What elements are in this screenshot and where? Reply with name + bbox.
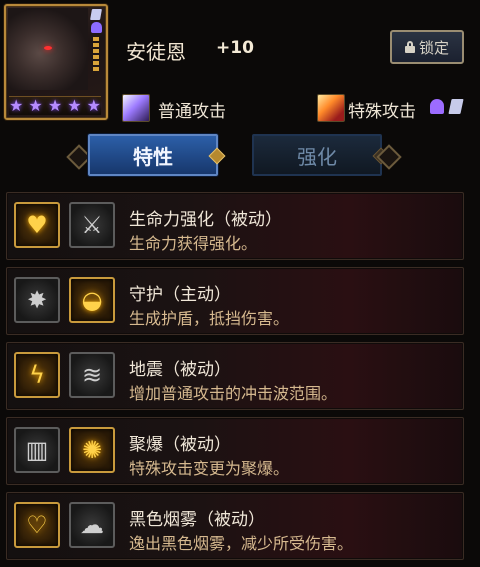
level-pips: [93, 37, 99, 71]
smoke-claw-icon: ☁: [69, 502, 115, 548]
tab-enhance[interactable]: 强化: [252, 134, 382, 176]
skill-list: ♥ ⚔ 生命力强化（被动） 生命力获得强化。 ✸ ◒ 守护（主动） 生成护盾，抵…: [6, 192, 464, 567]
normal-attack-label: 普通攻击: [158, 102, 226, 122]
lock-button-label: 锁定: [418, 38, 449, 57]
dragon-portrait-image: [8, 8, 88, 90]
portrait-side-icons: [89, 9, 103, 71]
skill-row[interactable]: ♥ ⚔ 生命力强化（被动） 生命力获得强化。: [6, 192, 464, 260]
star-icon: ★: [47, 96, 63, 115]
skill-row[interactable]: ✸ ◒ 守护（主动） 生成护盾，抵挡伤害。: [6, 267, 464, 335]
flame-burst-icon: ✺: [69, 427, 115, 473]
lightning-burst-icon: ϟ: [14, 352, 60, 398]
skill-description: 逸出黑色烟雾，减少所受伤害。: [129, 534, 354, 553]
skill-description: 特殊攻击变更为聚爆。: [129, 459, 290, 478]
special-attack-icon: [317, 94, 345, 122]
ghost-icon: [90, 22, 102, 33]
star-icon: ★: [86, 96, 101, 115]
flaming-heart-icon: ♡: [14, 502, 60, 548]
sword-icon: ⚔: [69, 202, 115, 248]
normal-attack-icon: [122, 94, 150, 122]
skill-title: 守护（主动）: [129, 285, 231, 305]
gem-icon: [90, 9, 102, 20]
skill-description: 生命力获得强化。: [129, 234, 258, 253]
ghost-icon: [430, 99, 444, 114]
skill-description: 生成护盾，抵挡伤害。: [129, 309, 290, 328]
lock-button[interactable]: 锁定: [390, 30, 464, 64]
skill-description: 增加普通攻击的冲击波范围。: [129, 384, 338, 403]
dragon-eye: [44, 46, 52, 50]
star-icon: ★: [9, 96, 24, 115]
tab-bar: 特性 强化: [66, 130, 402, 180]
skill-title: 黑色烟雾（被动）: [129, 510, 265, 530]
lock-icon: [404, 41, 415, 53]
claw-burst-icon: ✸: [14, 277, 60, 323]
skill-title: 生命力强化（被动）: [129, 210, 282, 230]
hero-portrait[interactable]: ★ ★ ★ ★ ★: [4, 4, 108, 120]
skill-row[interactable]: ϟ ≋ 地震（被动） 增加普通攻击的冲击波范围。: [6, 342, 464, 410]
skill-title: 地震（被动）: [129, 360, 231, 380]
crystal-pillar-icon: ▥: [14, 427, 60, 473]
star-icon: ★: [67, 96, 82, 115]
special-attack-label: 特殊攻击: [348, 102, 416, 122]
gem-icon: [448, 99, 464, 114]
skill-row[interactable]: ♡ ☁ 黑色烟雾（被动） 逸出黑色烟雾，减少所受伤害。: [6, 492, 464, 560]
tab-traits[interactable]: 特性: [88, 134, 218, 176]
golden-shield-icon: ◒: [69, 277, 115, 323]
star-icon: ★: [28, 96, 43, 115]
heart-aura-icon: ♥: [14, 202, 60, 248]
star-rating: ★ ★ ★ ★ ★: [9, 96, 101, 115]
skill-row[interactable]: ▥ ✺ 聚爆（被动） 特殊攻击变更为聚爆。: [6, 417, 464, 485]
claw-slash-icon: ≋: [69, 352, 115, 398]
hero-name: 安徒恩: [126, 40, 186, 64]
skill-title: 聚爆（被动）: [129, 435, 231, 455]
hero-enhance-level: +10: [216, 38, 254, 58]
